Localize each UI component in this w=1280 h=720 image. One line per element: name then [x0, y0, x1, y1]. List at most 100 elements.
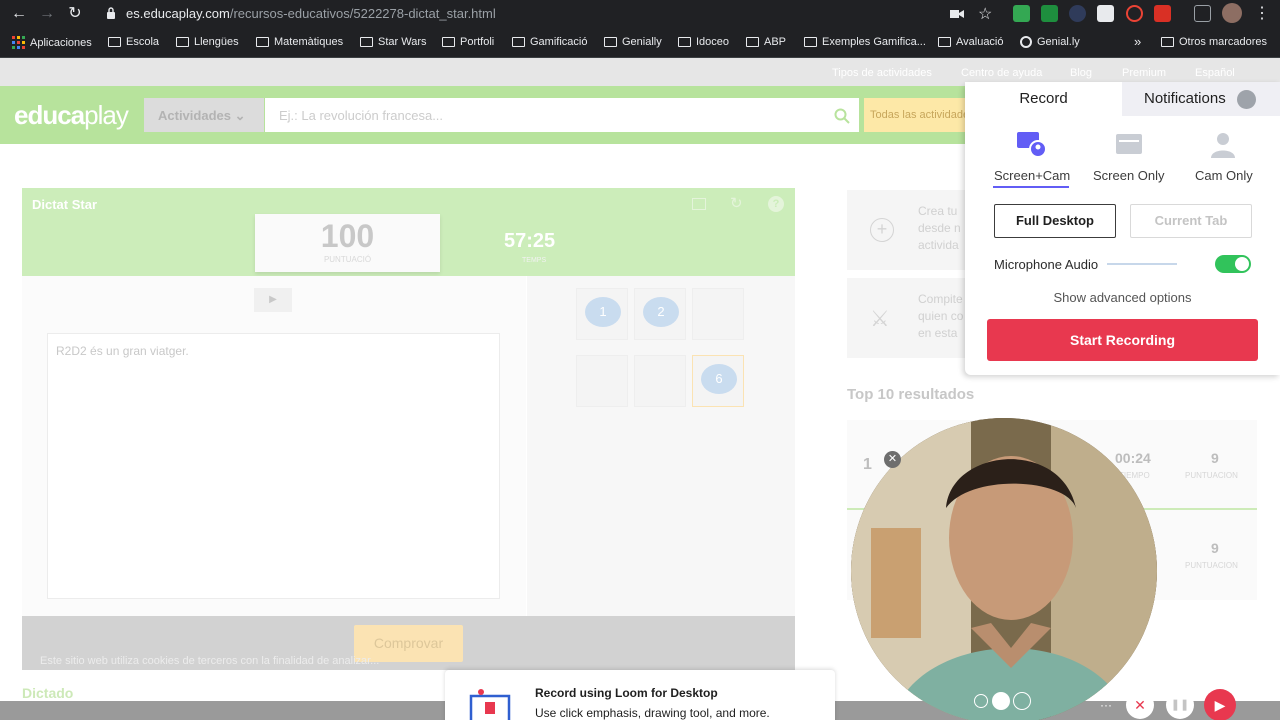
extension-icon[interactable]: [1154, 5, 1171, 22]
forward-button[interactable]: →: [36, 4, 58, 24]
site-logo[interactable]: educaplay: [14, 100, 129, 131]
bookmark-label: Gamificació: [530, 36, 588, 48]
bookmark-folder[interactable]: Idoceo: [678, 36, 729, 48]
extension-icon[interactable]: [1126, 5, 1143, 22]
pause-button[interactable]: ❚❚: [1166, 691, 1194, 719]
help-icon[interactable]: ?: [768, 196, 784, 212]
screen-cam-icon: [1017, 132, 1047, 158]
mic-toggle[interactable]: [1215, 255, 1251, 273]
bookmark-label: Llengües: [194, 36, 239, 48]
sentence-tile[interactable]: 2: [634, 288, 686, 340]
card-text: activida: [918, 238, 959, 252]
top-link[interactable]: Tipos de actividades: [832, 67, 932, 79]
play-audio-button[interactable]: ▶: [254, 288, 292, 312]
bookmarks-overflow[interactable]: »: [1134, 34, 1141, 49]
bookmark-apps[interactable]: Aplicaciones: [12, 36, 92, 49]
folder-icon: [746, 37, 759, 47]
bell-icon: [1237, 90, 1256, 109]
activities-dropdown[interactable]: Actividades ⌄: [144, 98, 264, 132]
folder-icon: [804, 37, 817, 47]
answer-textarea[interactable]: R2D2 és un gran viatger.: [47, 333, 500, 599]
address-bar[interactable]: es.educaplay.com/recursos-educativos/522…: [126, 6, 496, 21]
sentence-tile[interactable]: 6: [692, 355, 744, 407]
loom-desktop-icon: [469, 689, 511, 720]
tab-record[interactable]: Record: [965, 82, 1122, 116]
top10-title: Top 10 resultados: [847, 386, 975, 403]
bookmark-folder[interactable]: Star Wars: [360, 36, 427, 48]
fullscreen-icon[interactable]: [692, 198, 706, 210]
camera-size-medium[interactable]: [992, 692, 1010, 710]
start-recording-button[interactable]: Start Recording: [987, 319, 1258, 361]
bookmark-folder[interactable]: Matemàtiques: [256, 36, 343, 48]
score-label: PUNTUACIÓ: [323, 255, 372, 264]
card-text: Crea tu: [918, 204, 958, 218]
bookmark-folder[interactable]: Portfoli: [442, 36, 494, 48]
advanced-options-link[interactable]: Show advanced options: [965, 290, 1280, 305]
bookmark-folder[interactable]: Exemples Gamifica...: [804, 36, 926, 48]
more-options-button[interactable]: ···: [1092, 691, 1120, 719]
mode-cam-only[interactable]: Cam Only: [1195, 168, 1253, 183]
reading-list-icon[interactable]: [1194, 5, 1211, 22]
loom-desktop-promo[interactable]: Record using Loom for Desktop Use click …: [445, 670, 835, 720]
folder-icon: [256, 37, 269, 47]
top-link[interactable]: Centro de ayuda: [961, 67, 1042, 79]
record-button[interactable]: ▶: [1204, 689, 1236, 720]
extension-icon[interactable]: [1097, 5, 1114, 22]
score-value: 100: [320, 218, 375, 254]
bookmark-folder[interactable]: Avaluació: [938, 36, 1004, 48]
top-link[interactable]: Blog: [1070, 67, 1092, 79]
menu-icon[interactable]: ⋮: [1254, 3, 1270, 23]
bookmark-folder[interactable]: Escola: [108, 36, 159, 48]
sentence-tile[interactable]: [576, 355, 628, 407]
extension-icon[interactable]: [1041, 5, 1058, 22]
extension-icon[interactable]: [1069, 5, 1086, 22]
restart-icon[interactable]: ↻: [730, 194, 743, 212]
url-path: /recursos-educativos/5222278-dictat_star…: [229, 6, 496, 21]
mode-screen-cam[interactable]: Screen+Cam: [994, 168, 1070, 183]
result-rank: 1: [863, 456, 872, 473]
apps-grid-icon: [12, 36, 25, 49]
tab-notifications[interactable]: Notifications: [1122, 82, 1280, 116]
search-input[interactable]: Ej.: La revolución francesa...: [265, 98, 859, 132]
folder-icon: [938, 37, 951, 47]
loom-popup: Record Notifications Screen+Cam Screen O…: [965, 82, 1280, 375]
full-desktop-button[interactable]: Full Desktop: [994, 204, 1116, 238]
current-tab-button[interactable]: Current Tab: [1130, 204, 1252, 238]
folder-icon: [1161, 37, 1174, 47]
sentence-tile[interactable]: [634, 355, 686, 407]
top-link[interactable]: Español: [1195, 67, 1235, 79]
camera-icon[interactable]: [950, 8, 964, 20]
folder-icon: [512, 37, 525, 47]
card-text: quien co: [918, 309, 964, 323]
cancel-recording-button[interactable]: ✕: [1126, 691, 1154, 719]
profile-avatar[interactable]: [1222, 3, 1242, 23]
bookmark-other[interactable]: Otros marcadores: [1161, 36, 1267, 48]
mode-screen-only[interactable]: Screen Only: [1093, 168, 1165, 183]
chevron-down-icon: ⌄: [234, 108, 246, 123]
bookmark-folder[interactable]: Genially: [604, 36, 662, 48]
bookmark-label: Escola: [126, 36, 160, 48]
extension-icon[interactable]: [1013, 5, 1030, 22]
sentence-tile[interactable]: [692, 288, 744, 340]
bookmark-label: Idoceo: [696, 36, 730, 48]
bookmark-label: Aplicaciones: [30, 36, 92, 49]
bookmark-folder[interactable]: Llengües: [176, 36, 239, 48]
folder-icon: [176, 37, 189, 47]
promo-subtitle: Use click emphasis, drawing tool, and mo…: [535, 706, 770, 720]
reload-button[interactable]: ↻: [64, 4, 86, 24]
camera-size-small[interactable]: [974, 694, 988, 708]
close-camera-button[interactable]: ✕: [884, 451, 901, 468]
all-activities-select[interactable]: Todas las actividades: [864, 98, 974, 132]
bookmark-folder[interactable]: ABP: [746, 36, 786, 48]
top-link[interactable]: Premium: [1122, 67, 1166, 79]
game-title: Dictat Star: [32, 197, 98, 212]
bookmark-folder[interactable]: Gamificació: [512, 36, 587, 48]
back-button[interactable]: ←: [8, 4, 30, 24]
star-bookmark-icon[interactable]: ☆: [978, 4, 992, 24]
bookmark-genially[interactable]: Genial.ly: [1020, 36, 1080, 48]
camera-size-large[interactable]: [1013, 692, 1031, 710]
sentence-tile[interactable]: 1: [576, 288, 628, 340]
browser-toolbar: ← → ↻ es.educaplay.com/recursos-educativ…: [0, 0, 1280, 28]
search-icon[interactable]: [834, 108, 850, 124]
bookmark-label: Exemples Gamifica...: [822, 36, 926, 48]
